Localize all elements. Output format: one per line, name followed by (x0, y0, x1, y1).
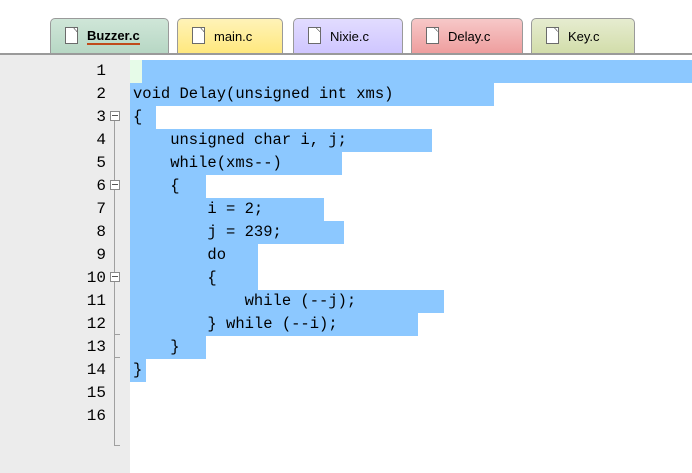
code-line: 2 void Delay(unsigned int xms) (0, 83, 692, 106)
line-number: 2 (96, 85, 106, 103)
code-text: void Delay(unsigned int xms) (133, 85, 394, 103)
code-line: 5 while(xms--) (0, 152, 692, 175)
line-number: 9 (96, 246, 106, 264)
code-line: 14 } (0, 359, 692, 382)
code-text: while (--j); (133, 292, 357, 310)
file-icon (65, 27, 78, 44)
tab-nixie-c[interactable]: Nixie.c (293, 18, 403, 53)
code-text: } while (--i); (133, 315, 338, 333)
code-line: 9 do (0, 244, 692, 267)
line-number: 11 (86, 292, 106, 310)
code-text: { (133, 108, 143, 126)
tab-main-c[interactable]: main.c (177, 18, 283, 53)
file-icon (546, 27, 559, 44)
code-text: { (133, 177, 180, 195)
tab-label: Buzzer.c (87, 28, 140, 45)
code-line: 13 } (0, 336, 692, 359)
code-line: 1 (0, 60, 692, 83)
code-line: 12 } while (--i); (0, 313, 692, 336)
line-number: 1 (96, 62, 106, 80)
line-number: 8 (96, 223, 106, 241)
line-number: 16 (86, 407, 106, 425)
line-number: 15 (86, 384, 106, 402)
line-number: 4 (96, 131, 106, 149)
line-number: 13 (86, 338, 106, 356)
line-number: 6 (96, 177, 106, 195)
code-line: 6 { (0, 175, 692, 198)
code-text: j = 239; (133, 223, 282, 241)
line-number: 7 (96, 200, 106, 218)
code-line: 7 i = 2; (0, 198, 692, 221)
code-text: while(xms--) (133, 154, 282, 172)
file-icon (308, 27, 321, 44)
tab-delay-c[interactable]: Delay.c (411, 18, 523, 53)
line-number: 14 (86, 361, 106, 379)
code-line: 11 while (--j); (0, 290, 692, 313)
tab-key-c[interactable]: Key.c (531, 18, 635, 53)
code-line: 16 (0, 405, 692, 428)
code-text: } (133, 361, 143, 379)
line-number: 5 (96, 154, 106, 172)
tab-bar: Buzzer.c main.c Nixie.c Delay.c Key.c (0, 0, 692, 60)
code-editor[interactable]: 1 2 void Delay(unsigned int xms) 3 { 4 u… (0, 55, 692, 473)
tab-buzzer-c[interactable]: Buzzer.c (50, 18, 169, 53)
code-text: i = 2; (133, 200, 264, 218)
file-icon (192, 27, 205, 44)
code-text: { (133, 269, 217, 287)
code-line: 15 (0, 382, 692, 405)
line-number: 3 (96, 108, 106, 126)
tab-label: Nixie.c (330, 29, 370, 44)
tab-label: main.c (214, 29, 253, 44)
code-text: do (133, 246, 227, 264)
code-line: 3 { (0, 106, 692, 129)
fold-end-tick (114, 445, 120, 446)
tab-label: Key.c (568, 29, 600, 44)
line-number: 12 (86, 315, 106, 333)
code-line: 4 unsigned char i, j; (0, 129, 692, 152)
code-text: } (133, 338, 180, 356)
code-line: 8 j = 239; (0, 221, 692, 244)
file-icon (426, 27, 439, 44)
tab-label: Delay.c (448, 29, 491, 44)
line-number: 10 (86, 269, 106, 287)
code-text: unsigned char i, j; (133, 131, 347, 149)
code-line: 10 { (0, 267, 692, 290)
